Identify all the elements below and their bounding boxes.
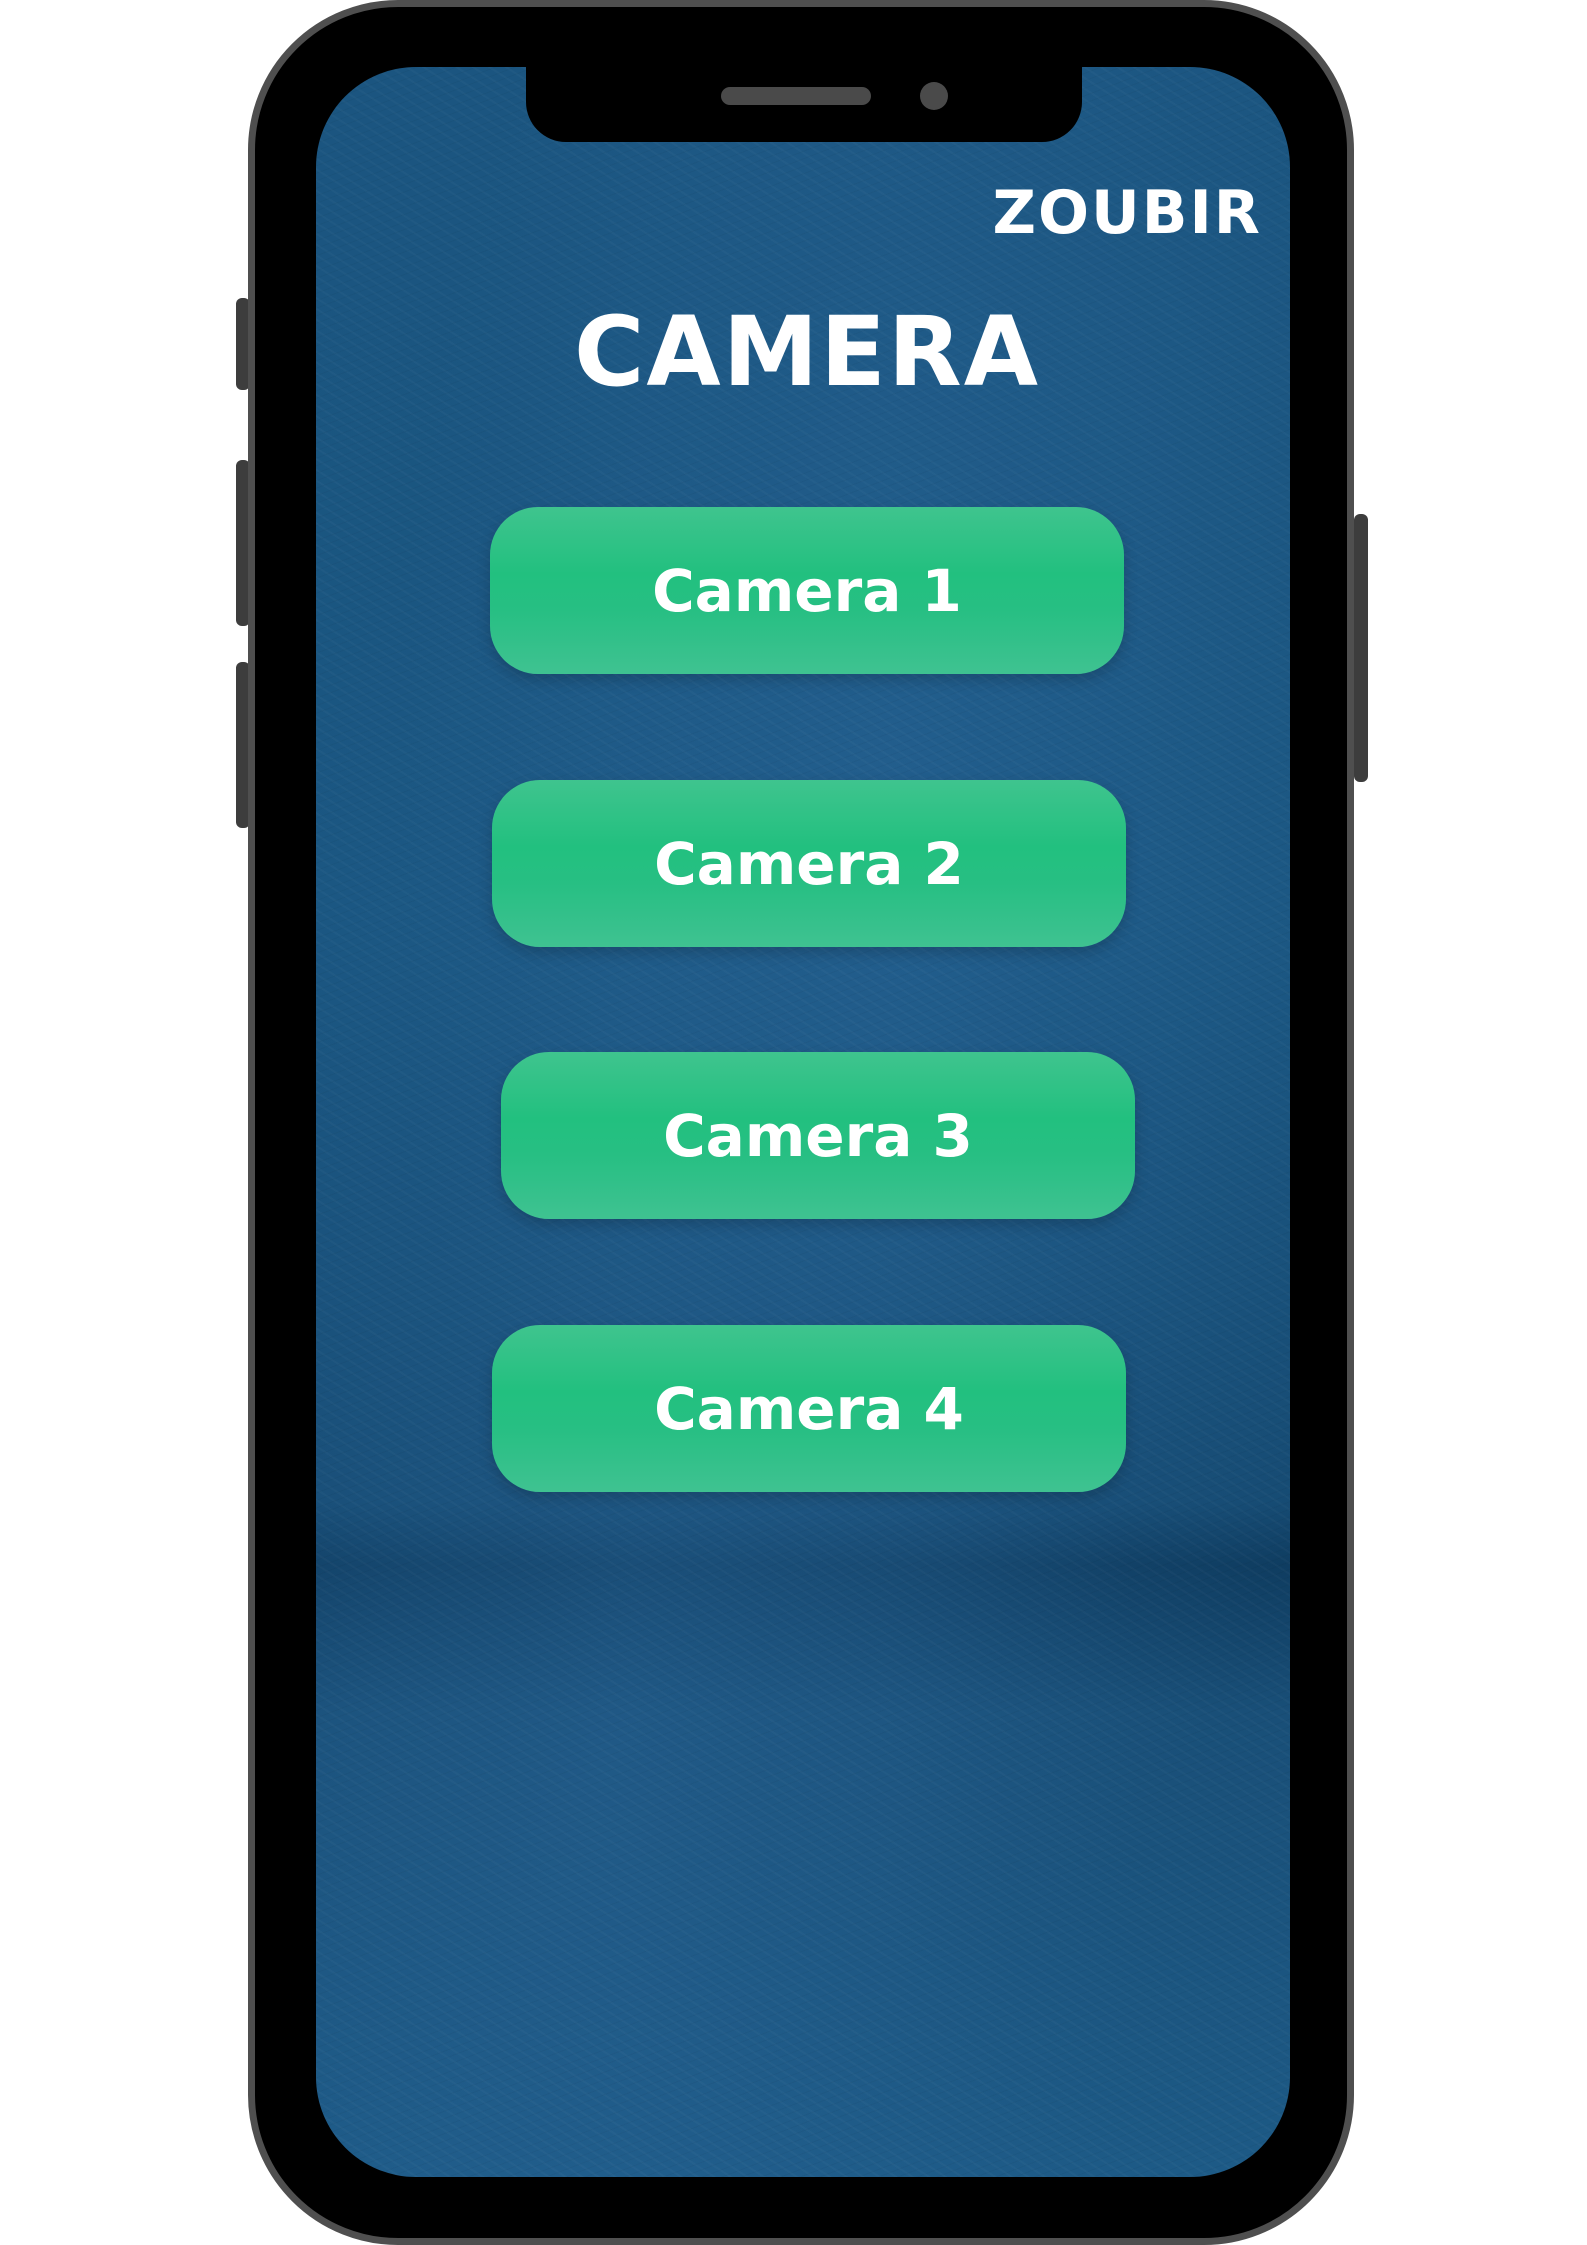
earpiece-speaker	[721, 87, 871, 105]
page-title: CAMERA	[573, 296, 1041, 408]
camera-3-button[interactable]: Camera 3	[501, 1052, 1135, 1219]
front-camera-icon	[920, 82, 948, 110]
phone-power-button	[1354, 514, 1368, 782]
camera-1-button[interactable]: Camera 1	[490, 507, 1124, 674]
camera-2-button[interactable]: Camera 2	[492, 780, 1126, 947]
brand-label: ZOUBIR	[992, 178, 1262, 248]
page: ZOUBIR CAMERA Camera 1 Camera 2 Camera 3…	[0, 0, 1587, 2245]
camera-4-button[interactable]: Camera 4	[492, 1325, 1126, 1492]
